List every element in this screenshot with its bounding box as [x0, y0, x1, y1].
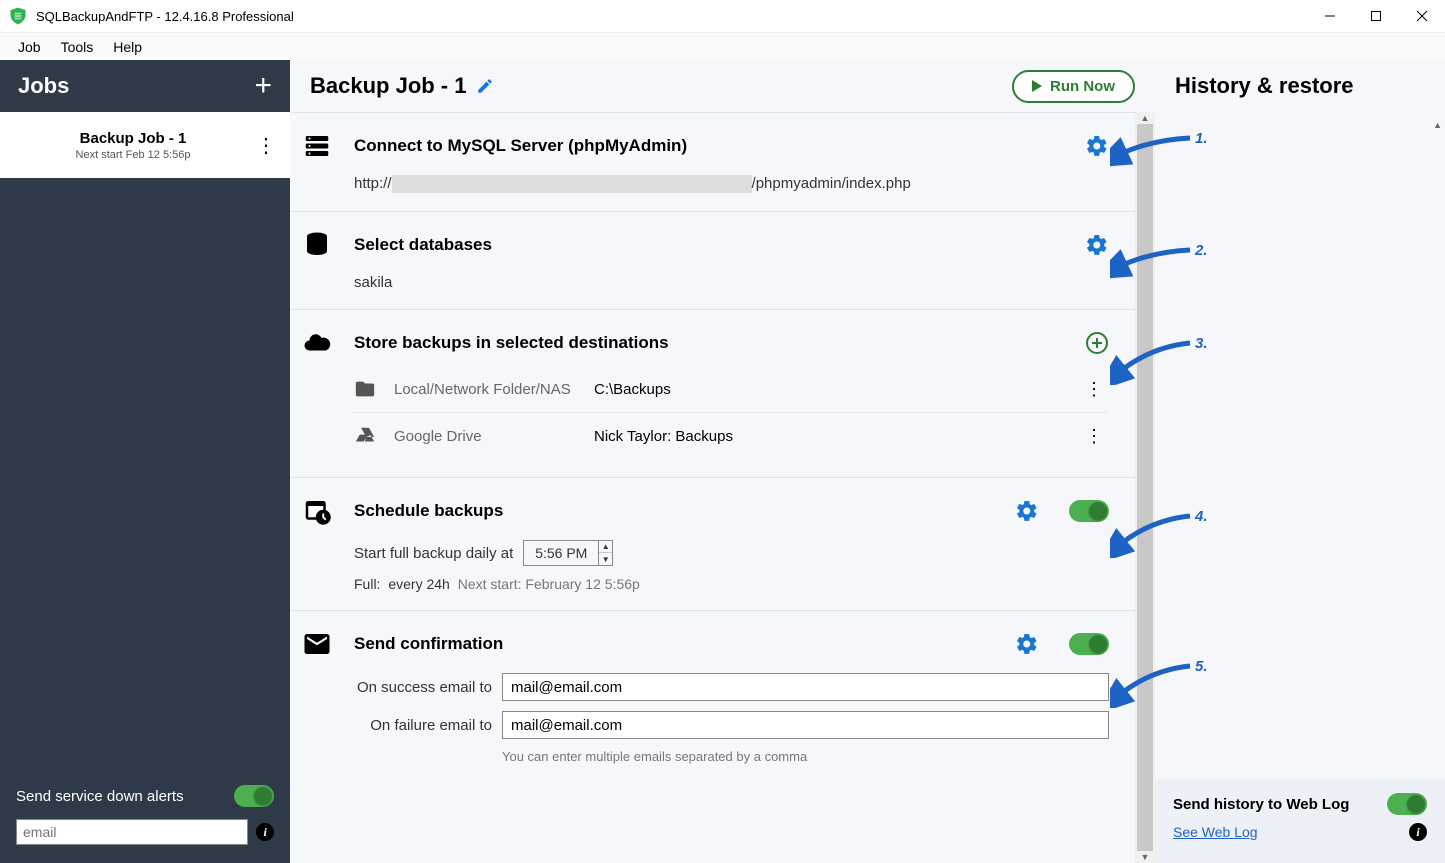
content-scrollbar[interactable]: ▲ ▼ [1135, 112, 1155, 863]
right-scroll-up-icon[interactable]: ▲ [1433, 120, 1442, 130]
see-web-log-link[interactable]: See Web Log [1173, 824, 1258, 840]
destination-label: Local/Network Folder/NAS [394, 381, 580, 398]
section-selectdb-title: Select databases [354, 235, 1067, 255]
add-destination-button[interactable] [1085, 331, 1109, 355]
failure-email-label: On failure email to [354, 717, 492, 734]
play-icon [1032, 80, 1042, 92]
destination-row: Google Drive Nick Taylor: Backups ⋮ [354, 412, 1109, 459]
annotation-4: 4. [1195, 508, 1208, 525]
add-job-button[interactable]: + [254, 69, 272, 103]
content-panel: Backup Job - 1 Run Now ▲ ▼ Conne [290, 60, 1155, 863]
maximize-button[interactable] [1353, 0, 1399, 32]
app-logo-icon [8, 6, 28, 26]
job-name: Backup Job - 1 [12, 130, 254, 147]
annotation-3: 3. [1195, 335, 1208, 352]
schedule-toggle[interactable] [1069, 500, 1109, 522]
right-header: History & restore [1155, 60, 1445, 112]
section-confirmation: Send confirmation On success email to On… [290, 610, 1135, 782]
right-title: History & restore [1175, 73, 1354, 99]
schedule-settings-button[interactable] [1015, 499, 1039, 523]
info-icon[interactable]: i [1409, 823, 1427, 841]
connect-url-redacted [392, 175, 752, 193]
menubar: Job Tools Help [0, 32, 1445, 60]
schedule-prefix: Start full backup daily at [354, 545, 513, 562]
section-destinations: Store backups in selected destinations L… [290, 309, 1135, 477]
server-icon [302, 131, 336, 161]
destination-value: C:\Backups [594, 381, 1065, 398]
job-title: Backup Job - 1 [310, 73, 466, 99]
schedule-next: Next start: February 12 5:56p [458, 576, 640, 592]
section-connect: Connect to MySQL Server (phpMyAdmin) htt… [290, 112, 1135, 211]
section-select-db: Select databases sakila [290, 211, 1135, 309]
success-email-input[interactable] [502, 673, 1109, 701]
annotation-2: 2. [1195, 242, 1208, 259]
selectdb-settings-button[interactable] [1085, 233, 1109, 257]
run-now-button[interactable]: Run Now [1012, 70, 1135, 103]
section-schedule-title: Schedule backups [354, 501, 997, 521]
connect-url-prefix: http:// [354, 175, 392, 192]
menu-help[interactable]: Help [103, 36, 152, 58]
titlebar: SQLBackupAndFTP - 12.4.16.8 Professional [0, 0, 1445, 32]
job-item-menu-icon[interactable]: ⋮ [254, 133, 278, 158]
time-spinner-down-icon[interactable]: ▼ [599, 553, 612, 566]
calendar-clock-icon [302, 496, 336, 526]
scroll-down-icon[interactable]: ▼ [1135, 851, 1155, 863]
job-next-start: Next start Feb 12 5:56p [12, 149, 254, 161]
content-header: Backup Job - 1 Run Now [290, 60, 1155, 112]
time-spinner-up-icon[interactable]: ▲ [599, 540, 612, 553]
section-confirm-title: Send confirmation [354, 634, 997, 654]
destination-menu-icon[interactable]: ⋮ [1079, 426, 1109, 447]
service-alerts-label: Send service down alerts [16, 788, 184, 805]
schedule-full-value: every 24h [388, 576, 449, 592]
destination-menu-icon[interactable]: ⋮ [1079, 379, 1109, 400]
minimize-button[interactable] [1307, 0, 1353, 32]
connect-url-suffix: /phpmyadmin/index.php [752, 175, 911, 192]
cloud-icon [302, 328, 336, 358]
confirm-note: You can enter multiple emails separated … [502, 749, 1109, 764]
section-dest-title: Store backups in selected destinations [354, 333, 1067, 353]
close-button[interactable] [1399, 0, 1445, 32]
connect-settings-button[interactable] [1085, 134, 1109, 158]
mail-icon [302, 629, 336, 659]
sidebar-header-label: Jobs [18, 73, 69, 99]
run-now-label: Run Now [1050, 78, 1115, 95]
sidebar: Jobs + Backup Job - 1 Next start Feb 12 … [0, 60, 290, 863]
failure-email-input[interactable] [502, 711, 1109, 739]
section-connect-title: Connect to MySQL Server (phpMyAdmin) [354, 136, 1067, 156]
menu-tools[interactable]: Tools [51, 36, 104, 58]
selected-db: sakila [354, 274, 392, 291]
service-alerts-toggle[interactable] [234, 785, 274, 807]
schedule-time-value: 5:56 PM [524, 545, 598, 561]
schedule-time-input[interactable]: 5:56 PM ▲ ▼ [523, 540, 613, 566]
scrollbar-thumb[interactable] [1137, 124, 1153, 851]
right-footer: Send history to Web Log See Web Log i [1155, 779, 1445, 863]
sidebar-footer: Send service down alerts i [0, 771, 290, 863]
service-alerts-email-input[interactable] [16, 819, 248, 845]
right-panel: History & restore 1. 2. 3. 4. 5. ▲ Send … [1155, 60, 1445, 863]
info-icon[interactable]: i [256, 823, 274, 841]
section-schedule: Schedule backups Start full backup daily… [290, 477, 1135, 610]
destination-value: Nick Taylor: Backups [594, 428, 1065, 445]
annotation-5: 5. [1195, 658, 1208, 675]
weblog-label: Send history to Web Log [1173, 796, 1349, 813]
sidebar-header: Jobs + [0, 60, 290, 112]
schedule-full-label: Full: [354, 576, 380, 592]
weblog-toggle[interactable] [1387, 793, 1427, 815]
menu-job[interactable]: Job [8, 36, 51, 58]
job-list-item[interactable]: Backup Job - 1 Next start Feb 12 5:56p ⋮ [0, 112, 290, 178]
destination-label: Google Drive [394, 428, 580, 445]
scroll-up-icon[interactable]: ▲ [1135, 112, 1155, 124]
confirm-settings-button[interactable] [1015, 632, 1039, 656]
annotation-1: 1. [1195, 130, 1208, 147]
window-title: SQLBackupAndFTP - 12.4.16.8 Professional [36, 9, 294, 24]
destination-row: Local/Network Folder/NAS C:\Backups ⋮ [354, 366, 1109, 412]
confirm-toggle[interactable] [1069, 633, 1109, 655]
edit-name-icon[interactable] [476, 77, 494, 95]
google-drive-icon [354, 425, 380, 447]
success-email-label: On success email to [354, 679, 492, 696]
database-icon [302, 230, 336, 260]
folder-icon [354, 378, 380, 400]
